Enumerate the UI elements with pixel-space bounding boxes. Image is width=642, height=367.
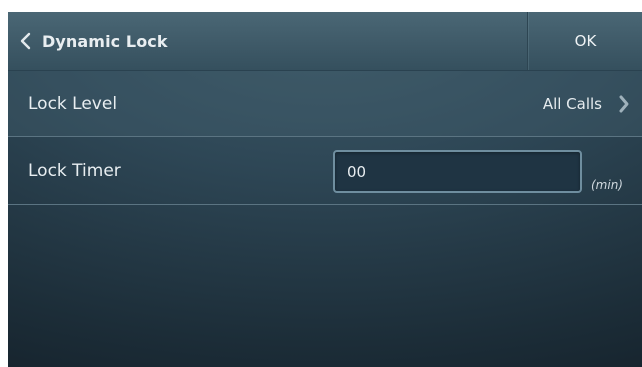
dynamic-lock-screen: Dynamic Lock OK Lock Level All Calls Loc… [8,12,642,367]
header-divider [527,12,528,70]
lock-level-value: All Calls [542,94,602,113]
lock-level-label: Lock Level [28,93,118,114]
lock-timer-label: Lock Timer [28,161,121,181]
lock-timer-unit: (min) [591,178,623,192]
chevron-right-icon [618,71,630,136]
back-button[interactable]: Dynamic Lock [8,12,528,70]
lock-timer-row: Lock Timer 00 (min) [8,138,642,205]
page-title: Dynamic Lock [42,31,168,51]
header-bar: Dynamic Lock OK [8,12,642,71]
lock-level-row[interactable]: Lock Level All Calls [8,71,642,137]
lock-timer-value: 00 [347,162,367,181]
chevron-left-icon [8,12,42,70]
ok-button[interactable]: OK [529,12,642,70]
lock-timer-input[interactable]: 00 [333,150,582,193]
